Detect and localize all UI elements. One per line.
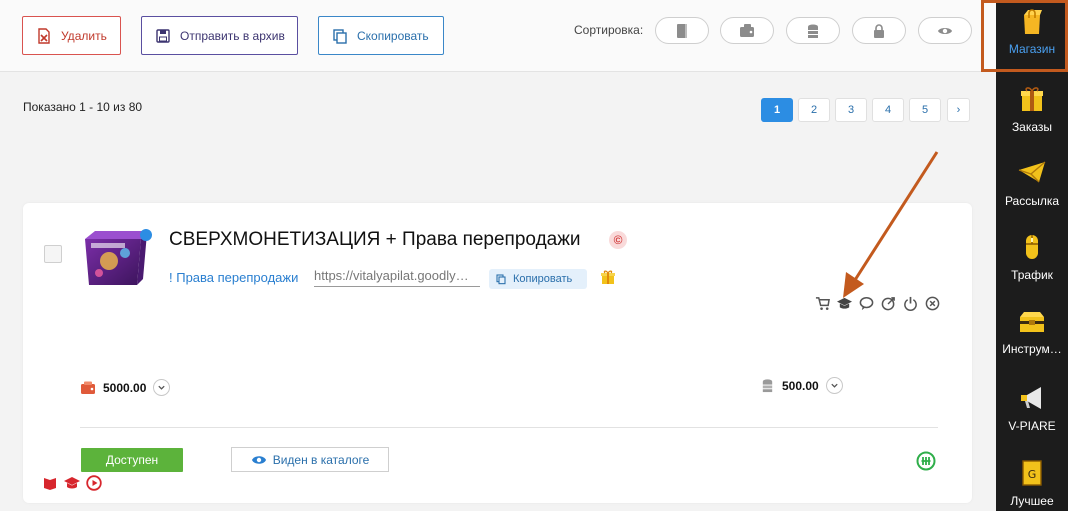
product-rights-link[interactable]: ! Права перепродажи (169, 270, 298, 285)
page-5-button[interactable]: 5 (909, 98, 941, 122)
next-page-button[interactable]: › (947, 98, 970, 122)
copy-icon (333, 28, 347, 44)
catalog-visibility-label: Виден в каталоге (272, 452, 370, 467)
results-count: Показано 1 - 10 из 80 (23, 100, 143, 114)
sort-eye-button[interactable] (918, 17, 972, 44)
book-icon (677, 23, 687, 38)
product-thumbnail-image (85, 229, 152, 285)
sidebar-item-orders[interactable]: Заказы (996, 84, 1068, 134)
wallet-icon (81, 381, 95, 394)
sidebar-item-label: Инструм… (1002, 342, 1062, 356)
graduation-cap-icon[interactable] (836, 295, 853, 312)
sort-coins-button[interactable] (786, 17, 840, 44)
page-4-button[interactable]: 4 (872, 98, 904, 122)
sidebar-item-tools[interactable]: Инструм… (996, 306, 1068, 356)
delete-doc-icon (38, 27, 50, 44)
product-card: СВЕРХМОНЕТИЗАЦИЯ + Права перепродажи © !… (23, 203, 972, 503)
availability-status-button[interactable]: Доступен (81, 448, 183, 472)
price-main-value: 5000.00 (103, 380, 147, 395)
sort-lock-button[interactable] (852, 17, 906, 44)
copy-button[interactable]: Скопировать (318, 16, 444, 55)
product-action-icons (814, 295, 941, 312)
coins-icon (808, 24, 818, 38)
copy-icon (496, 274, 506, 285)
sidebar-item-mailing[interactable]: Рассылка (996, 158, 1068, 208)
price-main-dropdown[interactable] (153, 379, 171, 396)
delete-button-label: Удалить (61, 28, 107, 43)
target-icon[interactable] (880, 295, 897, 312)
sidebar-item-label: Заказы (1011, 120, 1053, 134)
eye-icon (938, 27, 952, 34)
card-divider (80, 427, 938, 428)
sort-wallet-button[interactable] (720, 17, 774, 44)
copy-button-label: Скопировать (357, 28, 429, 43)
product-url-field[interactable]: https://vitalyapilat.goodly… (314, 267, 480, 287)
page-3-button[interactable]: 3 (835, 98, 867, 122)
page-1-button[interactable]: 1 (761, 98, 793, 122)
cart-icon[interactable] (814, 295, 831, 312)
sidebar-item-vpiare[interactable]: V-PIARE (996, 383, 1068, 433)
trophy-icon: G (1022, 460, 1042, 486)
coins-icon (762, 379, 773, 393)
graduation-cap-icon[interactable] (63, 474, 81, 492)
copyright-icon[interactable]: © (609, 231, 627, 249)
play-circle-icon[interactable] (85, 474, 103, 492)
bottom-action-icons (41, 474, 103, 492)
sort-label: Сортировка: (574, 23, 644, 37)
app-sidebar: Магазин Заказы Рассылка Трафик Инструм… … (996, 0, 1068, 511)
book-icon[interactable] (41, 474, 59, 492)
gift-icon[interactable] (600, 269, 616, 285)
comment-icon[interactable] (858, 295, 875, 312)
product-title[interactable]: СВЕРХМОНЕТИЗАЦИЯ + Права перепродажи (169, 229, 581, 251)
grid-circle-icon[interactable] (916, 451, 936, 471)
sidebar-item-best[interactable]: G Лучшее (996, 458, 1068, 508)
sidebar-item-label: Трафик (1011, 268, 1053, 282)
megaphone-icon (1021, 387, 1041, 409)
sort-book-button[interactable] (655, 17, 709, 44)
delete-button[interactable]: Удалить (22, 16, 121, 55)
toolbox-icon (1020, 312, 1044, 332)
copy-url-label: Копировать (513, 273, 573, 285)
eye-icon (251, 455, 266, 464)
sidebar-item-label: V-PIARE (1008, 419, 1056, 433)
sidebar-item-traffic[interactable]: Трафик (996, 232, 1068, 282)
price-secondary-dropdown[interactable] (825, 377, 843, 394)
close-circle-icon[interactable] (924, 295, 941, 312)
archive-button-label: Отправить в архив (180, 28, 285, 43)
sidebar-item-label: Лучшее (1010, 494, 1054, 508)
floppy-icon (156, 28, 170, 43)
envelope-icon (1018, 161, 1046, 183)
price-secondary: 500.00 (760, 377, 843, 394)
price-main: 5000.00 (80, 379, 171, 396)
lock-icon (874, 23, 884, 38)
sidebar-item-label: Рассылка (1004, 194, 1060, 208)
wallet-icon (740, 23, 754, 37)
gift-box-icon (1021, 87, 1043, 111)
power-icon[interactable] (902, 295, 919, 312)
top-toolbar: Удалить Отправить в архив Скопировать Со… (0, 0, 996, 72)
select-checkbox[interactable] (44, 245, 62, 263)
highlight-box (981, 0, 1068, 72)
copy-url-button[interactable]: Копировать (489, 269, 587, 289)
price-secondary-value: 500.00 (782, 378, 819, 393)
archive-button[interactable]: Отправить в архив (141, 16, 298, 55)
chevron-down-icon (158, 385, 166, 390)
page-2-button[interactable]: 2 (798, 98, 830, 122)
chevron-down-icon (831, 383, 838, 388)
svg-text:G: G (1028, 468, 1037, 481)
catalog-visibility-button[interactable]: Виден в каталоге (231, 447, 389, 472)
mouse-icon (1026, 235, 1038, 259)
